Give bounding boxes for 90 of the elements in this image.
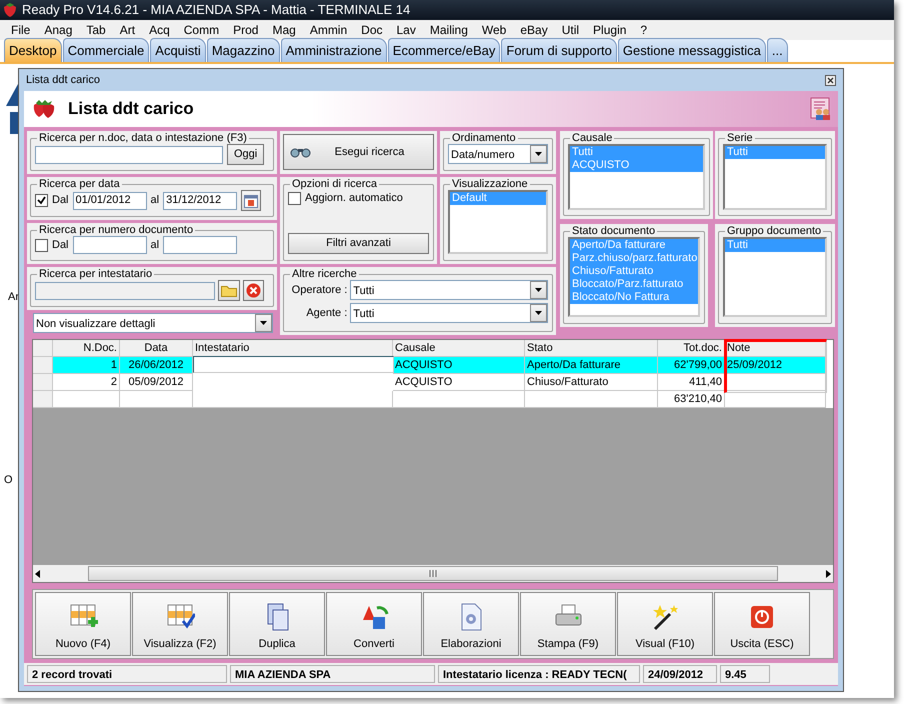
window-heading: Lista ddt carico	[68, 98, 194, 120]
table-cell: ACQUISTO	[393, 374, 525, 391]
column-header[interactable]: Data	[120, 340, 193, 357]
group-label: Visualizzazione	[451, 178, 529, 190]
tab[interactable]: Gestione messaggistica	[618, 38, 766, 62]
filter-dropdown[interactable]: Tutti	[350, 280, 548, 300]
search-button[interactable]: Esegui ricerca	[283, 134, 434, 170]
tab[interactable]: Forum di supporto	[501, 38, 617, 62]
table-cell: 25/09/2012	[725, 357, 826, 374]
group-label: Ricerca per data	[38, 178, 121, 190]
tab[interactable]: Ecommerce/eBay	[388, 38, 500, 62]
advanced-filters-button[interactable]: Filtri avanzati	[288, 233, 429, 254]
status-text: MIA AZIENDA SPA	[230, 665, 435, 683]
field-label: al	[150, 238, 160, 253]
today-button[interactable]: Oggi	[227, 144, 264, 165]
tab[interactable]: Amministrazione	[280, 38, 387, 62]
menu-item[interactable]: Comm	[176, 21, 226, 39]
group-label: Ricerca per numero documento	[38, 224, 194, 236]
table-cell: 05/09/2012	[120, 374, 193, 391]
desktop-label: O	[4, 473, 13, 488]
table-cell: 26/06/2012	[120, 357, 193, 374]
status-text: 2 record trovati	[27, 665, 227, 683]
field-label: Dal	[52, 238, 69, 253]
toolbar-button[interactable]: Stampa (F9)	[520, 592, 616, 656]
group-label: Serie	[726, 132, 754, 144]
tab[interactable]: Acquisti	[150, 38, 206, 62]
column-header[interactable]: N.Doc.	[53, 340, 120, 357]
group-label: Stato documento	[571, 225, 656, 237]
group-label: Gruppo documento	[726, 225, 822, 237]
menu-item[interactable]: File	[4, 21, 38, 39]
tab[interactable]: Commerciale	[62, 38, 150, 62]
field-label: Dal	[52, 193, 69, 208]
table-cell: 62'799,00	[658, 357, 725, 374]
menu-item[interactable]: Plugin	[586, 21, 634, 39]
group-label: Ricerca per n.doc, data o intestazione (F3)	[38, 132, 248, 144]
column-header[interactable]: Tot.doc.	[658, 340, 725, 357]
window-title: Ready Pro V14.6.21 - MIA AZIENDA SPA - Mattia - TERMINALE 14	[22, 1, 410, 20]
table-cell: Aperto/Da fatturare	[525, 357, 658, 374]
table-cell: 63'210,40	[658, 391, 725, 408]
group-label: Ricerca per intestatario	[38, 268, 154, 280]
table-cell: 1	[53, 357, 120, 374]
field-label: Agente :	[305, 306, 348, 321]
column-header[interactable]: Intestatario	[193, 340, 393, 357]
column-header[interactable]: Stato	[525, 340, 658, 357]
menu-item[interactable]: Tab	[79, 21, 113, 39]
table-cell: ACQUISTO	[393, 357, 525, 374]
menu-item[interactable]: Util	[554, 21, 586, 39]
table-cell: Chiuso/Fatturato	[525, 374, 658, 391]
group-label: Ordinamento	[451, 132, 517, 144]
table-cell: 411,40	[658, 374, 725, 391]
menu-item[interactable]: Prod	[226, 21, 266, 39]
menu-item[interactable]: Anag	[37, 21, 80, 39]
toolbar-button[interactable]: Visualizza (F2)	[132, 592, 228, 656]
date-field[interactable]: 01/01/2012	[72, 192, 147, 210]
window-title: Lista ddt carico	[26, 72, 100, 88]
sort-dropdown[interactable]: Data/numero	[448, 144, 548, 164]
desktop-label: Ar	[8, 290, 19, 305]
menu-item[interactable]: ?	[633, 21, 654, 39]
tab[interactable]: Magazzino	[206, 38, 280, 62]
field-label: Operatore :	[290, 282, 348, 298]
table-cell: 2	[53, 374, 120, 391]
menu-item[interactable]: Lav	[390, 21, 423, 39]
column-header[interactable]: Causale	[393, 340, 525, 357]
menu-item[interactable]: Doc	[354, 21, 390, 39]
group-label: Causale	[571, 132, 614, 144]
toolbar-button[interactable]: Duplica	[229, 592, 325, 656]
field-label: al	[150, 193, 160, 208]
status-text: 9.45	[720, 665, 770, 683]
group-label: Altre ricerche	[291, 268, 358, 280]
checkbox-label: Aggiorn. automatico	[305, 191, 403, 206]
tab[interactable]: ...	[766, 38, 788, 62]
toolbar-button[interactable]: Nuovo (F4)	[35, 592, 131, 656]
menu-item[interactable]: eBay	[513, 21, 555, 39]
toolbar-button[interactable]: Converti	[326, 592, 422, 656]
menu-item[interactable]: Acq	[142, 21, 177, 39]
tab[interactable]: Desktop	[4, 38, 62, 62]
group-label: Opzioni di ricerca	[291, 178, 378, 190]
menu-item[interactable]: Mag	[265, 21, 303, 39]
menu-item[interactable]: Ammin	[302, 21, 354, 39]
menu-item[interactable]: Mailing	[422, 21, 475, 39]
date-field[interactable]: 31/12/2012	[163, 192, 238, 210]
toolbar-button[interactable]: Visual (F10)	[617, 592, 713, 656]
menu-item[interactable]: Art	[112, 21, 142, 39]
detail-dropdown[interactable]: Non visualizzare dettagli	[33, 313, 273, 333]
toolbar-button[interactable]: Uscita (ESC)	[714, 592, 810, 656]
filter-dropdown[interactable]: Tutti	[350, 303, 548, 323]
menu-item[interactable]: Web	[474, 21, 514, 39]
status-text: 24/09/2012	[643, 665, 717, 683]
status-text: Intestatario licenza : READY TECN(	[438, 665, 640, 683]
toolbar-button[interactable]: Elaborazioni	[423, 592, 519, 656]
